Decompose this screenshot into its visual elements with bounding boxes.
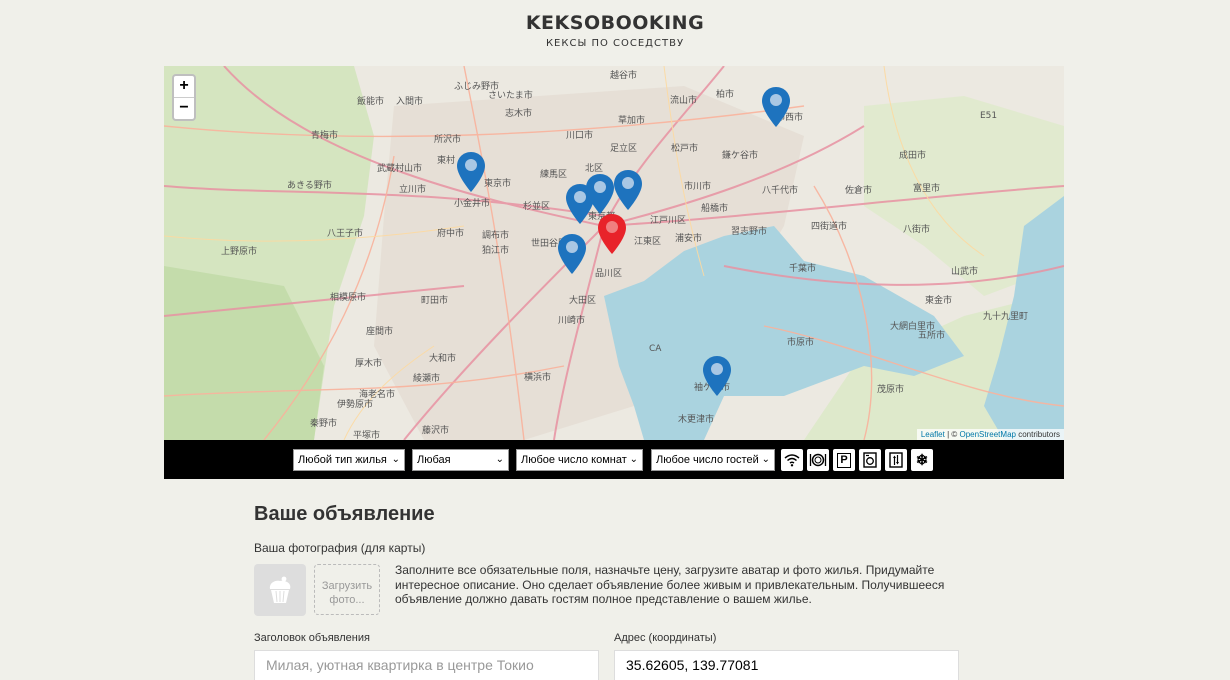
logo[interactable]: KEKSOBOOKING — [0, 12, 1230, 34]
muffin-icon — [269, 576, 291, 603]
attribution-text: contributors — [1015, 430, 1060, 439]
map-attribution: Leaflet | © OpenStreetMap contributors — [916, 429, 1064, 440]
avatar-label: Ваша фотография (для карты) — [254, 541, 426, 555]
feature-wifi[interactable] — [781, 449, 803, 471]
map-pin[interactable] — [558, 234, 586, 274]
map-pin[interactable] — [703, 356, 731, 396]
chevron-down-icon: ⌄ — [629, 454, 638, 465]
guests-select[interactable]: Любое число гостей ⌄ — [651, 449, 775, 471]
address-field-label: Адрес (координаты) — [614, 632, 717, 644]
osm-link[interactable]: OpenStreetMap — [959, 430, 1015, 439]
rooms-select[interactable]: Любое число комнат ⌄ — [516, 449, 643, 471]
form-title: Ваше объявление — [254, 503, 435, 525]
rooms-value: Любое число комнат — [521, 454, 627, 466]
title-field-label: Заголовок объявления — [254, 632, 370, 644]
title-input[interactable]: Милая, уютная квартирка в центре Токио — [254, 650, 599, 680]
chevron-down-icon: ⌄ — [495, 454, 504, 465]
map-pin[interactable] — [614, 170, 642, 210]
housing-type-value: Любой тип жилья — [298, 454, 387, 466]
feature-conditioner[interactable]: ❄ — [911, 449, 933, 471]
map-filters: Любой тип жилья ⌄ Любая ⌄ Любое число комн… — [164, 440, 1064, 479]
chevron-down-icon: ⌄ — [761, 454, 770, 465]
feature-dishwasher[interactable] — [807, 449, 829, 471]
avatar-upload-button[interactable]: Загрузить фото... — [314, 564, 380, 615]
avatar-preview — [254, 564, 306, 616]
washer-icon — [863, 452, 877, 468]
parking-icon: P — [837, 452, 851, 468]
conditioner-icon: ❄ — [915, 452, 929, 469]
map-pins-layer — [457, 87, 790, 396]
housing-type-select[interactable]: Любой тип жилья ⌄ — [293, 449, 405, 471]
main-pin[interactable] — [598, 214, 626, 254]
zoom-control: + − — [172, 74, 196, 121]
elevator-icon — [889, 452, 903, 468]
zoom-in-button[interactable]: + — [174, 76, 194, 97]
address-input[interactable]: 35.62605, 139.77081 — [614, 650, 959, 680]
header: KEKSOBOOKING КЕКСЫ ПО СОСЕДСТВУ — [0, 0, 1230, 66]
price-value: Любая — [417, 454, 451, 466]
feature-washer[interactable] — [859, 449, 881, 471]
dishwasher-icon — [809, 453, 827, 467]
zoom-out-button[interactable]: − — [174, 97, 194, 118]
map[interactable]: 越谷市 ふじみ野市 さいたま市 流山市 柏市 飯能市 入間市 志木市 川口市 草加市 印西市 青梅市所… — [164, 66, 1064, 440]
feature-parking[interactable]: P — [833, 449, 855, 471]
map-pin[interactable] — [457, 152, 485, 192]
guests-value: Любое число гостей — [656, 454, 759, 466]
wifi-icon — [784, 454, 800, 467]
attribution-separator: | © — [944, 430, 960, 439]
chevron-down-icon: ⌄ — [391, 454, 400, 465]
logo-subtitle: КЕКСЫ ПО СОСЕДСТВУ — [545, 38, 685, 49]
leaflet-link[interactable]: Leaflet — [921, 430, 945, 439]
form-hint: Заполните все обязательные поля, назначь… — [395, 563, 945, 606]
map-pin[interactable] — [762, 87, 790, 127]
feature-elevator[interactable] — [885, 449, 907, 471]
price-select[interactable]: Любая ⌄ — [412, 449, 509, 471]
